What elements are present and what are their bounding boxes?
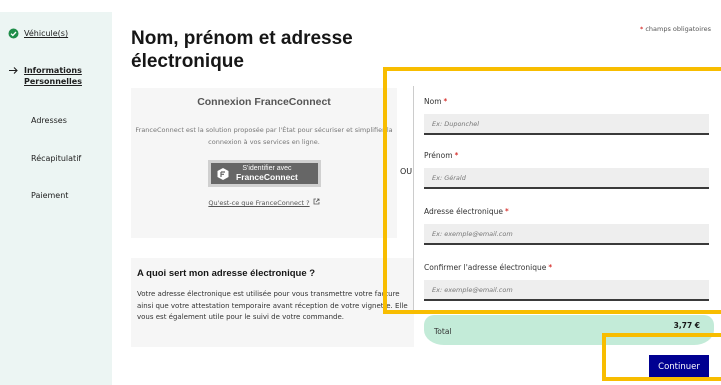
step-informations-personnelles[interactable]: Informations Personnelles: [8, 65, 84, 87]
franceconnect-description: FranceConnect est la solution proposée p…: [135, 126, 393, 146]
external-link-icon: [313, 198, 320, 207]
required-star: *: [504, 207, 509, 216]
required-star: *: [640, 25, 644, 33]
franceconnect-button-text: S'identifier avec FranceConnect: [236, 165, 298, 183]
step-vehicules-label: Véhicule(s): [24, 29, 69, 38]
prenom-input[interactable]: [424, 168, 709, 189]
required-fields-note: * champs obligatoires: [640, 25, 711, 33]
nom-label: Nom *: [424, 97, 447, 106]
nom-input[interactable]: [424, 114, 709, 135]
franceconnect-panel: Connexion FranceConnect FranceConnect es…: [131, 88, 397, 238]
nom-label-text: Nom: [424, 97, 442, 106]
required-star: *: [443, 97, 448, 106]
email-label: Adresse électronique *: [424, 207, 509, 216]
identity-form: Nom* Prénom* Adresse électronique* Confi…: [413, 86, 712, 310]
franceconnect-info-link-text: Qu'est-ce que FranceConnect ?: [208, 199, 310, 207]
franceconnect-title: Connexion FranceConnect: [197, 96, 331, 108]
total-detail-placeholder: [660, 333, 700, 337]
required-star: *: [454, 151, 459, 160]
prenom-label: Prénom *: [424, 151, 458, 160]
or-separator: OU: [400, 167, 413, 176]
continue-button[interactable]: Continuer: [649, 355, 709, 379]
total-summary: Total 3,77 €: [424, 315, 714, 345]
step-adresses-label: Adresses: [31, 116, 67, 125]
franceconnect-button-line2: FranceConnect: [236, 171, 298, 182]
email-info-box: A quoi sert mon adresse électronique ? V…: [131, 258, 414, 347]
franceconnect-logo-icon: [216, 167, 230, 181]
step-informations-label: Informations Personnelles: [24, 66, 82, 86]
required-star: *: [548, 263, 553, 272]
prenom-label-text: Prénom: [424, 151, 453, 160]
step-recapitulatif-label: Récapitulatif: [31, 154, 82, 163]
arrow-right-icon: [8, 65, 19, 76]
franceconnect-button[interactable]: S'identifier avec FranceConnect: [208, 160, 321, 187]
email-confirm-input[interactable]: [424, 280, 709, 301]
step-recapitulatif: Récapitulatif: [31, 153, 81, 164]
step-vehicules[interactable]: Véhicule(s): [8, 28, 68, 39]
email-confirm-label-text: Confirmer l'adresse électronique: [424, 263, 547, 272]
required-note-text: champs obligatoires: [645, 25, 711, 33]
step-adresses: Adresses: [31, 115, 67, 126]
email-input[interactable]: [424, 224, 709, 245]
email-info-text: Votre adresse électronique est utilisée …: [137, 290, 408, 321]
check-circle-icon: [8, 28, 19, 39]
steps-sidebar: Véhicule(s) Informations Personnelles Ad…: [0, 12, 112, 385]
franceconnect-info-link[interactable]: Qu'est-ce que FranceConnect ?: [131, 198, 397, 207]
total-label: Total: [434, 327, 452, 336]
email-info-title: A quoi sert mon adresse électronique ?: [137, 268, 316, 279]
step-paiement: Paiement: [31, 190, 68, 201]
franceconnect-button-line1: S'identifier avec: [242, 164, 292, 172]
page-title: Nom, prénom et adresse électronique: [131, 28, 353, 72]
total-value: 3,77 €: [673, 321, 700, 330]
email-confirm-label: Confirmer l'adresse électronique *: [424, 263, 552, 272]
email-label-text: Adresse électronique: [424, 207, 503, 216]
step-paiement-label: Paiement: [31, 191, 69, 200]
